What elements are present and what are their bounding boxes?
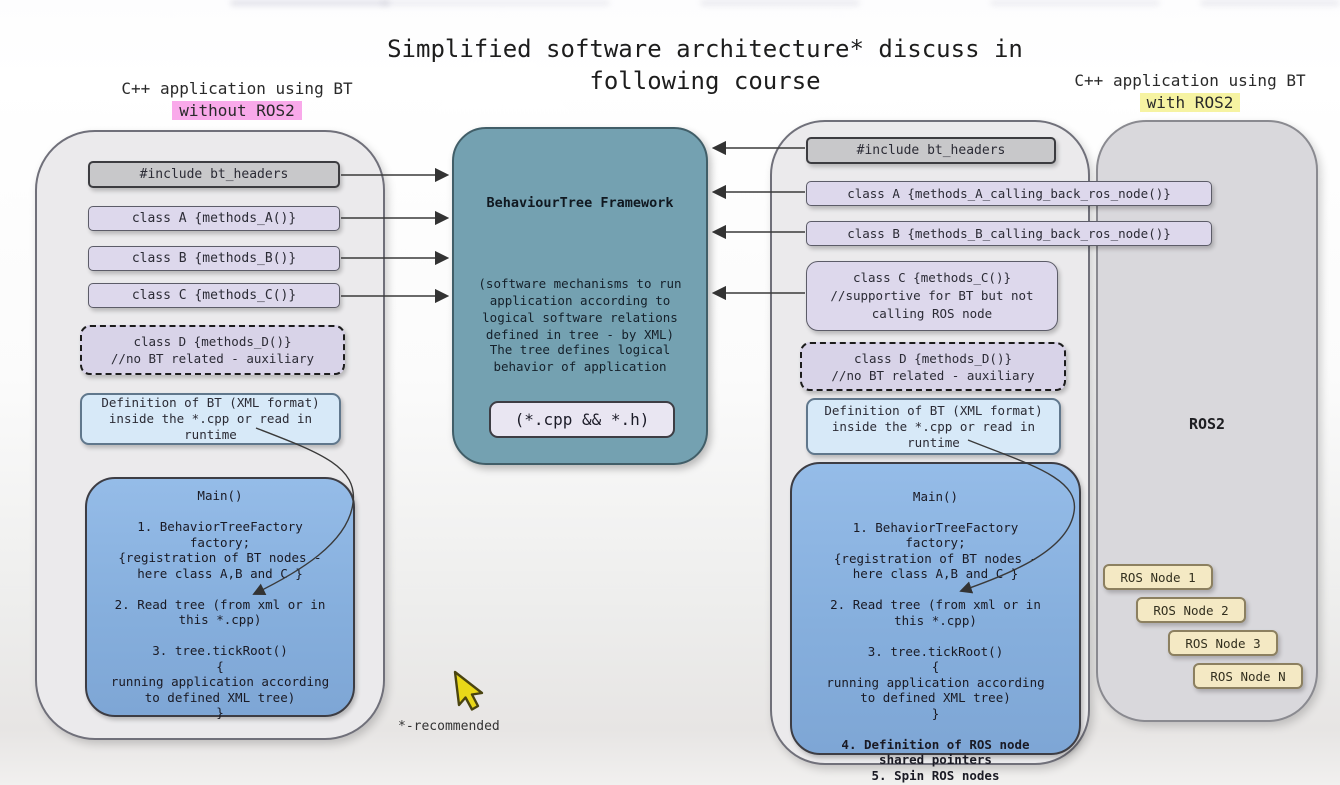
framework-description: (software mechanisms to run application … bbox=[454, 275, 706, 343]
right-class-a-box: class A {methods_A_calling_back_ros_node… bbox=[806, 181, 1212, 206]
top-edge-smudge bbox=[380, 0, 610, 6]
left-class-b-box: class B {methods_B()} bbox=[88, 246, 340, 271]
without-ros2-highlight: without ROS2 bbox=[172, 101, 302, 120]
right-column-heading: C++ application using BT with ROS2 bbox=[1040, 70, 1340, 114]
left-main-code: Main() 1. BehaviorTreeFactory factory; {… bbox=[87, 488, 353, 721]
top-edge-smudge bbox=[990, 0, 1160, 6]
right-main-box: Main() 1. BehaviorTreeFactory factory; {… bbox=[790, 462, 1081, 755]
ros-node-2: ROS Node 2 bbox=[1136, 597, 1246, 623]
left-class-a-box: class A {methods_A()} bbox=[88, 206, 340, 231]
left-bt-definition-box: Definition of BT (XML format) inside the… bbox=[80, 393, 341, 445]
architecture-diagram-page: { "title": "Simplified software architec… bbox=[0, 0, 1340, 785]
recommended-footnote: *-recommended bbox=[398, 719, 500, 734]
left-main-box: Main() 1. BehaviorTreeFactory factory; {… bbox=[85, 477, 355, 717]
ros-node-1: ROS Node 1 bbox=[1103, 564, 1213, 590]
right-class-c-box: class C {methods_C()} //supportive for B… bbox=[806, 261, 1058, 331]
with-ros2-highlight: with ROS2 bbox=[1140, 93, 1241, 112]
top-edge-smudge bbox=[1200, 0, 1340, 6]
mouse-cursor bbox=[449, 669, 495, 721]
right-heading-line1: C++ application using BT bbox=[1040, 70, 1340, 92]
framework-title: BehaviourTree Framework bbox=[454, 195, 706, 211]
ros2-title: ROS2 bbox=[1096, 415, 1318, 433]
left-class-d-box: class D {methods_D()} //no BT related - … bbox=[80, 325, 345, 375]
left-heading-line1: C++ application using BT bbox=[87, 78, 387, 100]
top-edge-smudge bbox=[230, 0, 390, 6]
left-class-c-box: class C {methods_C()} bbox=[88, 283, 340, 308]
left-include-box: #include bt_headers bbox=[88, 161, 340, 188]
ros-node-n: ROS Node N bbox=[1193, 663, 1303, 689]
left-column-heading: C++ application using BT without ROS2 bbox=[87, 78, 387, 122]
right-class-d-box: class D {methods_D()} //no BT related - … bbox=[800, 342, 1066, 391]
top-edge-smudge bbox=[700, 0, 860, 6]
right-main-code: Main() 1. BehaviorTreeFactory factory; {… bbox=[826, 489, 1044, 722]
behaviourtree-framework-box: BehaviourTree Framework (software mechan… bbox=[452, 127, 708, 465]
right-class-b-box: class B {methods_B_calling_back_ros_node… bbox=[806, 221, 1212, 246]
ros-node-3: ROS Node 3 bbox=[1168, 630, 1278, 656]
page-title: Simplified software architecture* discus… bbox=[300, 33, 1110, 97]
right-main-code-ros-steps: 4. Definition of ROS node shared pointer… bbox=[826, 737, 1044, 784]
framework-files-box: (*.cpp && *.h) bbox=[489, 401, 675, 438]
right-include-box: #include bt_headers bbox=[806, 137, 1056, 164]
right-bt-definition-box: Definition of BT (XML format) inside the… bbox=[806, 398, 1061, 455]
framework-description2: The tree defines logical behavior of app… bbox=[454, 341, 706, 375]
